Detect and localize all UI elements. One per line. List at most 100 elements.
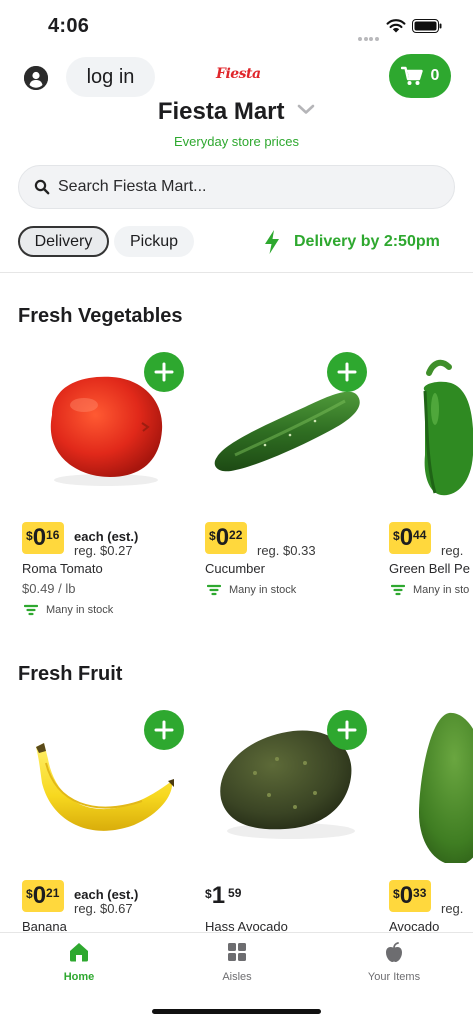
product-image-avocado [389,703,473,866]
status-bar: 4:06 [0,0,473,54]
price-label: each (est.) [74,887,139,902]
stock-text: Many in stock [229,584,297,596]
price-dollars: 0 [399,882,414,909]
price-label: each (est.) [74,529,139,544]
home-icon [70,943,88,962]
section-title-fruit: Fresh Fruit [18,663,123,685]
product-name: Cucumber [205,561,265,576]
tab-your-items-label: Your Items [367,971,421,983]
price-dollars: 0 [32,524,47,551]
tab-aisles-label: Aisles [222,971,252,983]
product-card[interactable]: $ 0 16 each (est.) reg. $0.27 Roma Tomat… [22,345,190,635]
tab-your-items[interactable]: Your Items [315,941,473,983]
product-name: Roma Tomato [22,561,103,576]
stock-level-icon [24,604,38,616]
product-card[interactable]: $ 0 44 reg. Green Bell Pe Many in sto [389,345,473,635]
stock-text: Many in sto [413,584,470,596]
tab-home-label: Home [63,971,95,983]
delivery-eta-text: Delivery by 2:50pm [294,233,440,250]
apple-icon [386,942,402,962]
currency-symbol: $ [209,529,216,543]
stock-level-icon [207,584,221,596]
unit-price: $0.49 / lb [22,581,76,596]
app-header: log in Fiesta 0 Fiesta Mart Everyday sto… [0,54,473,154]
product-card[interactable]: $ 0 21 each (est.) reg. $0.67 Banana [22,703,190,932]
stock-level-icon [391,584,405,596]
store-logo: Fiesta [216,66,261,82]
cart-icon [400,66,423,85]
delivery-toggle[interactable]: Delivery [18,226,109,257]
signal-icon [358,28,380,41]
price-dollars: 0 [215,524,230,551]
search-icon [34,179,50,195]
cart-button[interactable]: 0 [389,54,451,98]
store-name: Fiesta Mart [157,98,285,125]
product-row-vegetables[interactable]: $ 0 16 each (est.) reg. $0.27 Roma Tomat… [0,345,473,635]
home-indicator [152,1009,321,1014]
price-cents: 59 [228,886,242,900]
currency-symbol: $ [393,529,400,543]
product-name: Avocado [389,919,440,932]
price-cents: 33 [413,886,427,900]
sale-price-tag: $ 0 22 [205,522,248,554]
store-selector[interactable]: Fiesta Mart [0,98,473,126]
sale-price-tag: $ 0 16 [22,522,65,554]
plus-icon [154,720,174,740]
sale-price-tag: $ 0 44 [389,522,432,554]
pickup-toggle[interactable]: Pickup [114,226,194,257]
price-dollars: 0 [32,882,47,909]
price: $ 1 59 [205,884,241,908]
price-cents: 22 [229,528,243,542]
divider [0,272,473,273]
product-image-green-pepper [389,345,473,505]
plus-icon [154,362,174,382]
account-icon[interactable] [24,66,48,90]
product-card[interactable]: $ 1 59 Hass Avocado [205,703,373,932]
add-to-cart-button[interactable] [327,710,367,750]
delivery-eta[interactable]: Delivery by 2:50pm [262,229,440,255]
plus-icon [337,720,357,740]
grid-icon [228,943,246,961]
section-title-vegetables: Fresh Vegetables [18,305,183,327]
sale-price-tag: $ 0 21 [22,880,65,912]
currency-symbol: $ [26,887,33,901]
battery-icon [412,19,442,33]
add-to-cart-button[interactable] [144,710,184,750]
currency-symbol: $ [26,529,33,543]
stock-status: Many in stock [24,604,113,616]
regular-price: reg. $0.27 [74,543,133,558]
currency-symbol: $ [393,887,400,901]
regular-price: reg. [441,543,464,558]
tab-home[interactable]: Home [0,941,158,983]
product-row-fruit[interactable]: $ 0 21 each (est.) reg. $0.67 Banana $ 1… [0,703,473,932]
price-dollars: 1 [211,882,226,909]
search-input[interactable]: Search Fiesta Mart... [18,165,455,209]
search-placeholder: Search Fiesta Mart... [58,178,207,195]
price-dollars: 0 [399,524,414,551]
sale-price-tag: $ 0 33 [389,880,432,912]
add-to-cart-button[interactable] [144,352,184,392]
add-to-cart-button[interactable] [327,352,367,392]
price-cents: 44 [413,528,427,542]
price-cents: 21 [46,886,60,900]
login-button[interactable]: log in [66,57,155,97]
lightning-icon [265,230,279,254]
stock-status: Many in sto [391,584,469,596]
product-card[interactable]: $ 0 22 reg. $0.33 Cucumber Many in stock [205,345,373,635]
status-time: 4:06 [48,15,90,37]
product-name: Green Bell Pe [389,561,470,576]
price-cents: 16 [46,528,60,542]
wifi-icon [386,19,406,33]
regular-price: reg. $0.33 [257,543,316,558]
currency-symbol: $ [205,887,212,901]
stock-text: Many in stock [46,604,114,616]
cart-count: 0 [430,67,440,84]
stock-status: Many in stock [207,584,296,596]
chevron-down-icon [297,104,315,114]
product-card[interactable]: $ 0 33 reg. Avocado [389,703,473,932]
plus-icon [337,362,357,382]
regular-price: reg. [441,901,464,916]
store-subtitle: Everyday store prices [174,134,299,149]
regular-price: reg. $0.67 [74,901,133,916]
tab-aisles[interactable]: Aisles [158,941,316,983]
